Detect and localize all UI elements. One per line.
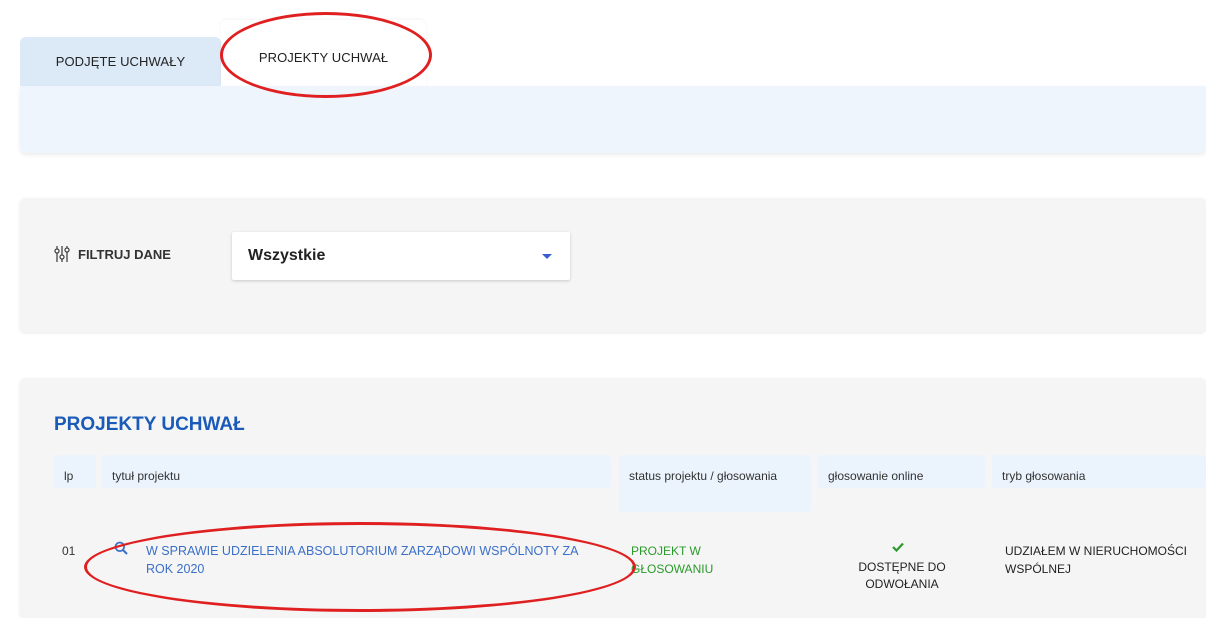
tab-podjete-uchwaly[interactable]: PODJĘTE UCHWAŁY [20, 37, 221, 86]
column-header-lp: lp [54, 455, 96, 488]
section-title: PROJEKTY UCHWAŁ [54, 414, 245, 435]
tab-panel [20, 86, 1206, 153]
project-status: PROJEKT W GŁOSOWANIU [631, 544, 714, 576]
project-title-link[interactable]: W SPRAWIE UDZIELENIA ABSOLUTORIUM ZARZĄD… [146, 542, 606, 578]
tab-label: PROJEKTY UCHWAŁ [258, 50, 389, 65]
filter-label-text: FILTRUJ DANE [78, 246, 171, 262]
column-header-title: tytuł projektu [102, 455, 611, 488]
column-header-mode: tryb głosowania [992, 455, 1206, 488]
voting-mode: UDZIAŁEM W NIERUCHOMOŚCI WSPÓLNEJ [1005, 544, 1188, 576]
sliders-icon [54, 246, 70, 262]
filter-label: FILTRUJ DANE [54, 245, 171, 263]
caret-down-icon [542, 254, 552, 259]
tab-label: PODJĘTE UCHWAŁY [55, 54, 186, 69]
column-header-status: status projektu / głosowania [619, 455, 811, 512]
tab-projekty-uchwal[interactable]: PROJEKTY UCHWAŁ [221, 20, 426, 86]
filter-dropdown[interactable]: Wszystkie [232, 232, 570, 280]
column-header-online: głosowanie online [818, 455, 985, 488]
search-icon[interactable] [114, 541, 128, 558]
check-icon [892, 541, 904, 555]
row-lp: 01 [62, 544, 76, 558]
filter-card: FILTRUJ DANE Wszystkie [20, 198, 1206, 332]
tabs-area: PODJĘTE UCHWAŁY PROJEKTY UCHWAŁ [20, 10, 1206, 153]
filter-selected-value: Wszystkie [248, 247, 326, 264]
projects-card: PROJEKTY UCHWAŁ lp tytuł projektu status… [20, 378, 1206, 618]
online-voting-status: DOSTĘPNE DO ODWOŁANIA [858, 560, 946, 591]
